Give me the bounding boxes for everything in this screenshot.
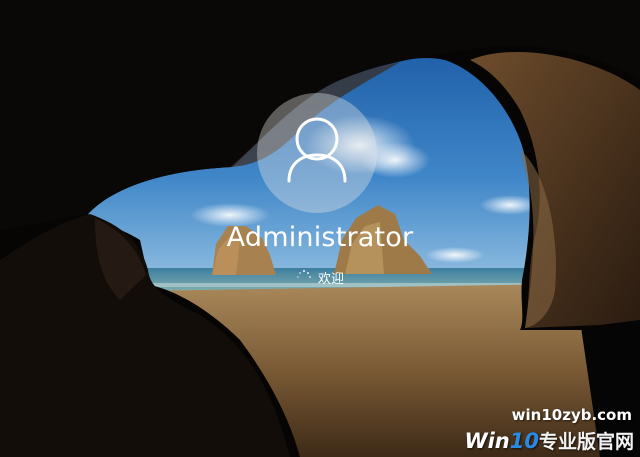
watermark-logo: Win10专业版官网: [464, 427, 634, 454]
watermark-brand-cn: 专业版官网: [538, 431, 634, 453]
user-name: Administrator: [226, 222, 414, 253]
user-icon: [287, 117, 347, 183]
signin-status: 欢迎: [220, 266, 420, 288]
user-avatar: [257, 93, 377, 213]
watermark-brand-num: 10: [509, 429, 539, 453]
status-text: 欢迎: [317, 271, 344, 287]
watermark-brand-win: Win: [464, 429, 510, 453]
loading-spinner-icon: [296, 269, 312, 285]
lock-screen: Administrator 欢迎 win10zyb.com Win10专业版官网: [0, 0, 640, 457]
watermark-url: win10zyb.com: [511, 406, 632, 424]
